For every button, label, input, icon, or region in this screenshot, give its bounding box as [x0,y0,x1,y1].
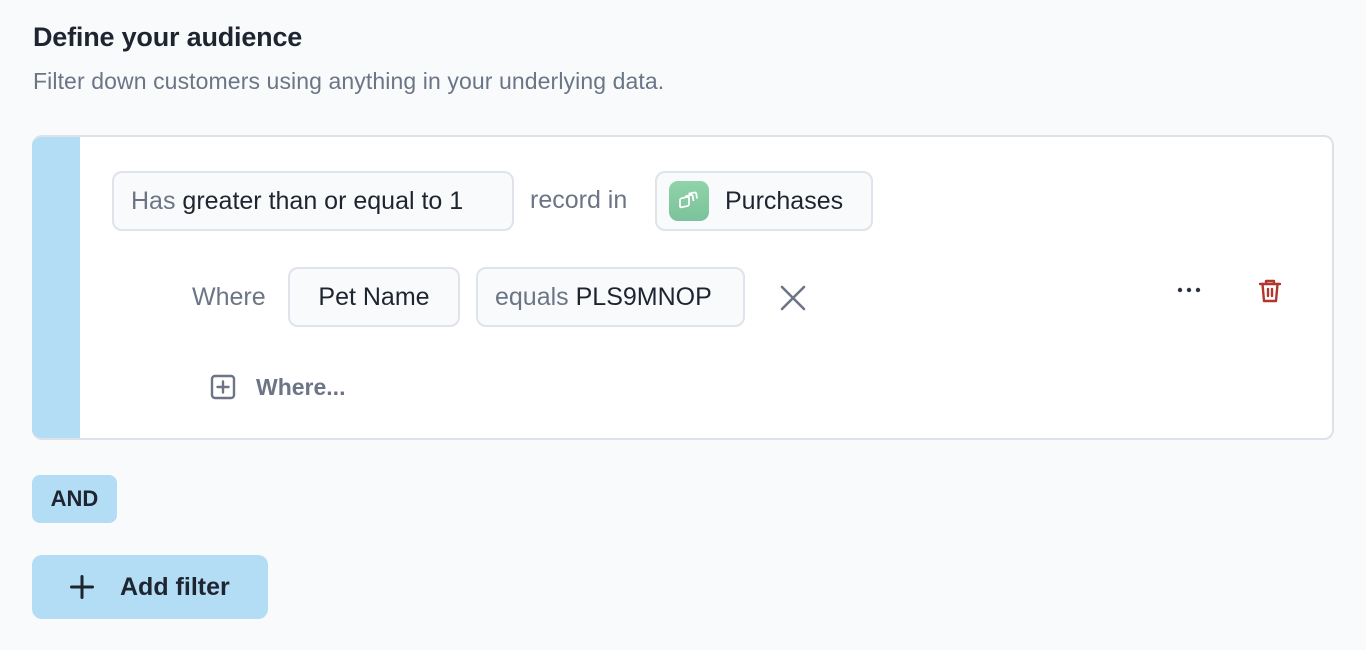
filter-accent-bar [32,137,80,438]
record-in-label: record in [530,186,628,214]
add-where-button[interactable]: Where... [210,371,345,403]
remove-condition-button[interactable] [778,283,808,313]
table-selector[interactable]: Purchases [655,171,873,231]
count-prefix: Has [131,186,176,215]
condition-operator: equals [495,282,569,311]
trash-icon [1258,279,1282,303]
condition-field-selector[interactable]: Pet Name [288,267,460,327]
plus-square-icon [210,374,236,400]
page-title: Define your audience [33,22,303,52]
condition-field: Pet Name [318,282,430,311]
where-label: Where [192,283,266,311]
conjunction-toggle[interactable]: AND [32,475,117,523]
delete-filter-button[interactable] [1254,275,1286,307]
condition-value: PLS9MNOP [575,282,712,311]
condition-operator-selector[interactable]: equals PLS9MNOP [476,267,745,327]
add-filter-button[interactable]: Add filter [32,555,268,619]
page-subtitle: Filter down customers using anything in … [33,68,665,94]
plus-icon [70,575,94,599]
table-name: Purchases [725,186,844,215]
add-where-label: Where... [256,373,346,400]
add-filter-label: Add filter [120,572,230,601]
ellipsis-icon [1177,287,1201,293]
stacked-records-icon [669,181,709,221]
more-options-button[interactable] [1172,275,1206,305]
close-icon [780,285,806,311]
record-count-selector[interactable]: Has greater than or equal to 1 [112,171,514,231]
count-value: greater than or equal to 1 [182,186,464,215]
filter-card: Has greater than or equal to 1 record in… [32,135,1334,440]
